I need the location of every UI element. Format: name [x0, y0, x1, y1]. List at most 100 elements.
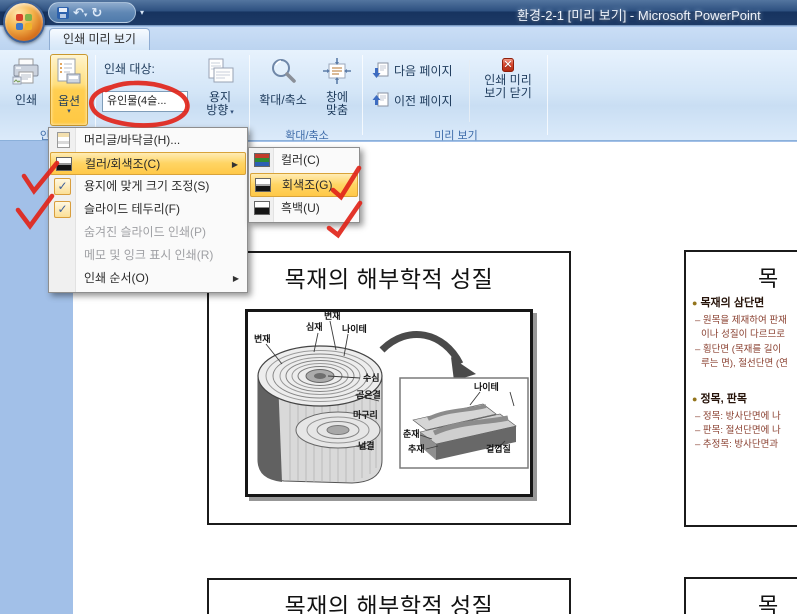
menu-item-header-footer[interactable]: 머리글/바닥글(H)...: [50, 129, 246, 152]
submenu-item-label: 컬러(C): [281, 149, 320, 172]
options-icon: [51, 58, 87, 92]
next-page-label: 다음 페이지: [394, 62, 453, 79]
next-page-button[interactable]: 다음 페이지: [368, 58, 465, 83]
group-separator: [95, 55, 96, 135]
inset-label-chujae: 추재: [408, 445, 425, 454]
orientation-button[interactable]: 용지 방향▾: [196, 54, 244, 126]
button-separator: [469, 60, 470, 122]
undo-dropdown-icon: ▾: [84, 12, 88, 19]
bullet-icon: ●: [692, 394, 697, 404]
print-button-label: 인쇄: [15, 93, 37, 107]
menu-item-label: 컬러/회색조(C): [85, 153, 160, 175]
submenu-arrow-icon: ▶: [232, 154, 238, 176]
diagram-label-maguri: 마구리: [353, 411, 378, 420]
options-button[interactable]: 옵션 ▾: [50, 54, 88, 126]
close-label-2: 보기 닫기: [474, 87, 542, 100]
zoom-button[interactable]: 확대/축소: [254, 54, 312, 126]
fit-label-2: 맞춤: [314, 104, 360, 117]
menu-item-printing-order[interactable]: 인쇄 순서(O) ▶: [50, 267, 246, 290]
fit-to-window-button[interactable]: 창에 맞춤: [314, 54, 360, 126]
inset-label-chunjae: 춘재: [403, 430, 420, 439]
previous-page-button[interactable]: 이전 페이지: [368, 88, 465, 113]
slide2-line: – 정목: 방사단면에 나: [695, 408, 781, 422]
group-label-preview: 미리 보기: [366, 127, 546, 143]
color-grayscale-submenu: 컬러(C) 회색조(G) 흑백(U): [248, 147, 360, 223]
diagram-label-byeonjae-1: 변재: [254, 335, 271, 344]
slide-thumbnail-3: 목재의 해부학적 성질: [207, 578, 571, 614]
qat-customize-button[interactable]: ▾: [140, 8, 144, 17]
options-dropdown-arrow-icon: ▾: [51, 109, 87, 115]
print-button[interactable]: 인쇄: [6, 54, 46, 126]
checked-checkbox-icon[interactable]: ✓: [54, 201, 71, 218]
submenu-item-black-white[interactable]: 흑백(U): [250, 197, 358, 221]
inset-label-geotkkeopjil: 겉껍질: [486, 445, 511, 454]
menu-item-label: 슬라이드 테두리(F): [84, 198, 180, 220]
submenu-item-label: 회색조(G): [282, 174, 332, 197]
slide-thumbnail-1: 목재의 해부학적 성질: [207, 251, 571, 525]
diagram-label-godeungyeol: 곧은결: [356, 391, 381, 400]
print-target-combobox[interactable]: 유인물(4슬...: [102, 91, 188, 112]
close-icon: ✕: [502, 58, 513, 72]
orientation-dropdown-arrow-icon: ▾: [230, 109, 234, 116]
group-separator: [547, 55, 548, 135]
office-button[interactable]: [3, 1, 45, 43]
group-separator: [249, 55, 250, 135]
office-logo-icon: [16, 14, 32, 30]
slide2-line: – 원목을 제재하여 판재: [695, 312, 787, 326]
wood-diagram-art: [248, 312, 530, 494]
save-icon[interactable]: [57, 7, 69, 19]
close-print-preview-button[interactable]: ✕ 인쇄 미리 보기 닫기: [474, 54, 542, 126]
print-target-label: 인쇄 대상:: [104, 60, 155, 77]
diagram-label-byeonjae-2: 변재: [324, 312, 341, 321]
window-title: 환경-2-1 [미리 보기] - Microsoft PowerPoint: [517, 5, 761, 24]
previous-page-label: 이전 페이지: [394, 92, 453, 109]
menu-item-frame-slides[interactable]: ✓ 슬라이드 테두리(F): [50, 198, 246, 221]
printer-icon: [6, 57, 46, 91]
diagram-label-nolgyeol: 널결: [358, 442, 375, 451]
checked-checkbox-icon[interactable]: ✓: [54, 178, 71, 195]
group-label-zoom: 확대/축소: [252, 127, 362, 143]
diagram-label-susim: 수심: [363, 374, 380, 383]
undo-button[interactable]: ↶▾: [73, 4, 87, 22]
grayscale-icon: [255, 178, 271, 192]
slide2-section1-header: ●목재의 삼단면: [692, 294, 764, 310]
menu-item-label: 머리글/바닥글(H)...: [84, 129, 180, 151]
slide2-line: 루는 면), 절선단면 (연: [701, 355, 788, 369]
next-page-icon: [372, 62, 389, 79]
slide2-line: – 추정목: 방사단면과: [695, 436, 778, 450]
slide2-section2-header: ●정목, 판목: [692, 390, 747, 406]
color-grayscale-icon: [56, 157, 72, 171]
paper-orientation-icon: [196, 57, 244, 91]
quick-access-toolbar: ↶▾ ↻: [48, 2, 136, 23]
menu-item-label: 숨겨진 슬라이드 인쇄(P): [84, 221, 206, 243]
inset-label-naite: 나이테: [474, 383, 499, 392]
menu-item-print-hidden-slides: 숨겨진 슬라이드 인쇄(P): [50, 221, 246, 244]
powerpoint-window: 목재의 해부학적 성질: [0, 0, 797, 614]
menu-item-color-grayscale[interactable]: 컬러/회색조(C) ▶: [50, 152, 246, 175]
menu-item-scale-to-fit[interactable]: ✓ 용지에 맞게 크기 조정(S): [50, 175, 246, 198]
fit-window-icon: [314, 57, 360, 91]
slide1-title: 목재의 해부학적 성질: [209, 260, 569, 294]
slide2-line: – 판목: 절선단면에 나: [695, 422, 781, 436]
black-white-icon: [254, 201, 270, 215]
slide2-line: 이나 성질이 다르므로: [701, 326, 785, 340]
slide4-title-fragment: 목: [758, 588, 778, 614]
submenu-item-grayscale[interactable]: 회색조(G): [250, 173, 358, 197]
slide2-line: – 횡단면 (목재를 길이: [695, 341, 781, 355]
annotation-check-frame-slides: [18, 196, 52, 226]
submenu-arrow-icon: ▶: [233, 268, 239, 290]
wood-anatomy-figure: 변재 심재 변재 나이테 수심 곧은결 마구리 널결 나이테 춘재 추재 겉껍질: [245, 309, 533, 497]
menu-item-print-comments: 메모 및 잉크 표시 인쇄(R): [50, 244, 246, 267]
tab-print-preview[interactable]: 인쇄 미리 보기: [49, 28, 150, 50]
orientation-label-2: 방향▾: [196, 104, 244, 119]
slide-thumbnail-2: 목 ●목재의 삼단면 – 원목을 제재하여 판재 이나 성질이 다르므로 – 횡…: [684, 250, 797, 527]
submenu-item-label: 흑백(U): [281, 197, 320, 220]
group-separator: [362, 55, 363, 135]
slide3-title: 목재의 해부학적 성질: [209, 587, 569, 614]
menu-item-label: 용지에 맞게 크기 조정(S): [84, 175, 209, 197]
submenu-item-color[interactable]: 컬러(C): [250, 149, 358, 173]
options-button-label: 옵션: [58, 94, 80, 108]
magnifier-icon: [254, 57, 312, 91]
redo-icon[interactable]: ↻: [91, 6, 102, 19]
previous-page-icon: [372, 92, 389, 109]
